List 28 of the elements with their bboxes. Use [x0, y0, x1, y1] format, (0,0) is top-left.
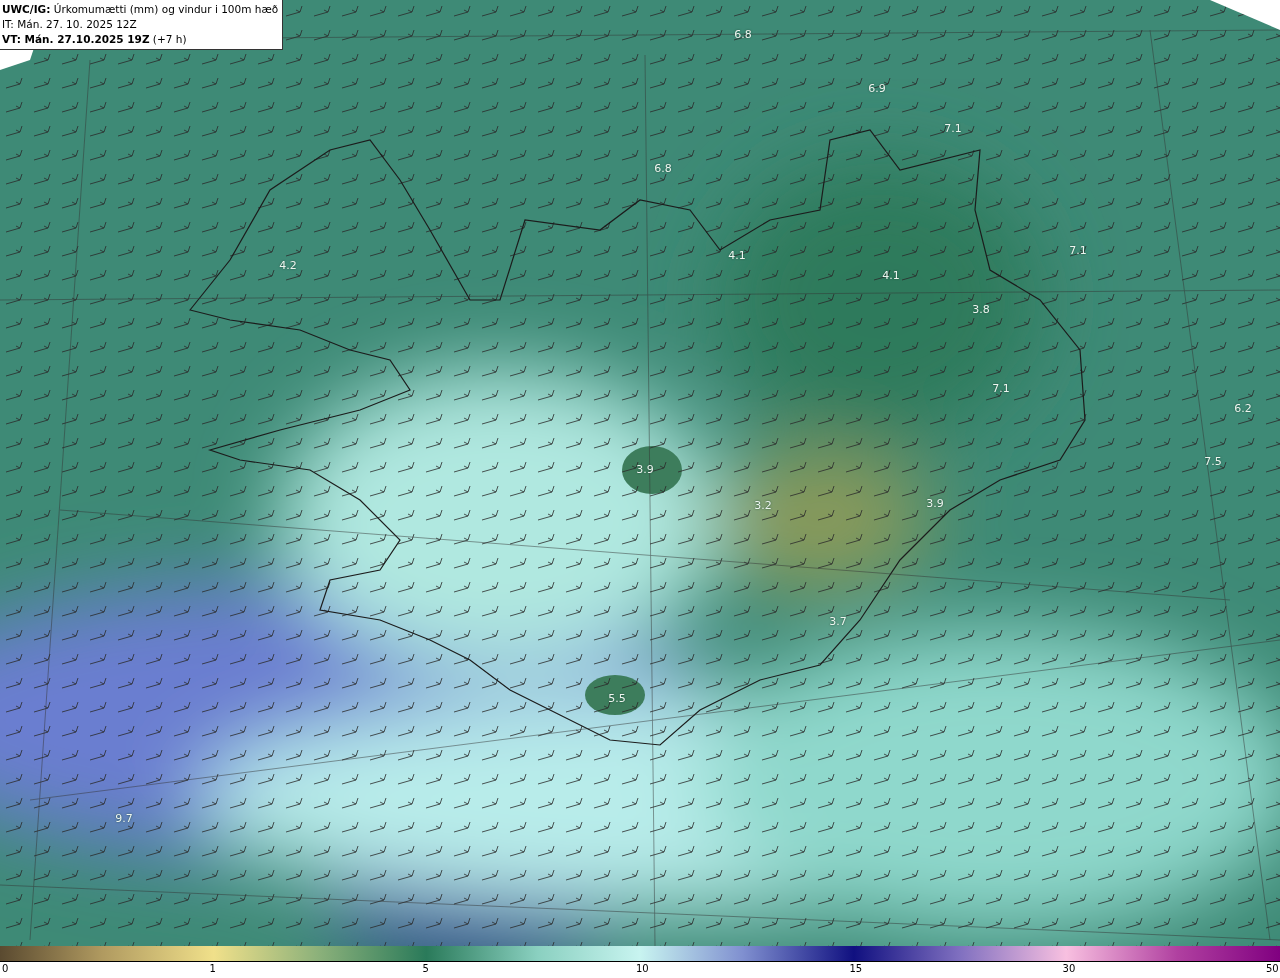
value-label: 6.2 — [1234, 401, 1252, 415]
value-label: 6.8 — [734, 27, 752, 41]
value-label: 6.8 — [654, 161, 672, 175]
value-label: 7.1 — [992, 381, 1010, 395]
colorbar-tick-label: 10 — [636, 963, 649, 974]
valid-time: VT: Mán. 27.10.2025 19Z (+7 h) — [2, 32, 188, 47]
value-label: 5.5 — [608, 691, 626, 705]
value-label: 9.7 — [115, 811, 133, 825]
init-time: IT: Mán. 27. 10. 2025 12Z — [2, 17, 138, 32]
map-title: UWC/IG: Úrkomumætti (mm) og vindur i 100m hæð — [2, 2, 279, 17]
value-label: 3.7 — [829, 614, 847, 628]
colorbar-tick-label: 5 — [422, 963, 429, 974]
value-label: 4.1 — [882, 268, 900, 282]
value-label: 6.9 — [868, 81, 886, 95]
colorbar-tick-label: 1 — [209, 963, 216, 974]
value-label: 3.2 — [754, 498, 772, 512]
value-label: 4.1 — [728, 248, 746, 262]
value-label: 3.9 — [636, 462, 654, 476]
colorbar-tick-label: 0 — [2, 963, 9, 974]
value-label: 7.1 — [1069, 243, 1087, 257]
value-label: 4.2 — [279, 258, 297, 272]
value-label: 3.9 — [926, 496, 944, 510]
value-label: 7.1 — [944, 121, 962, 135]
colorbar-tick-label: 50 — [1266, 963, 1279, 974]
value-label: 7.5 — [1204, 454, 1222, 468]
colorbar-tick-label: 30 — [1062, 963, 1076, 974]
colorbar-tick-label: 15 — [849, 963, 863, 974]
value-label: 3.8 — [972, 302, 990, 316]
